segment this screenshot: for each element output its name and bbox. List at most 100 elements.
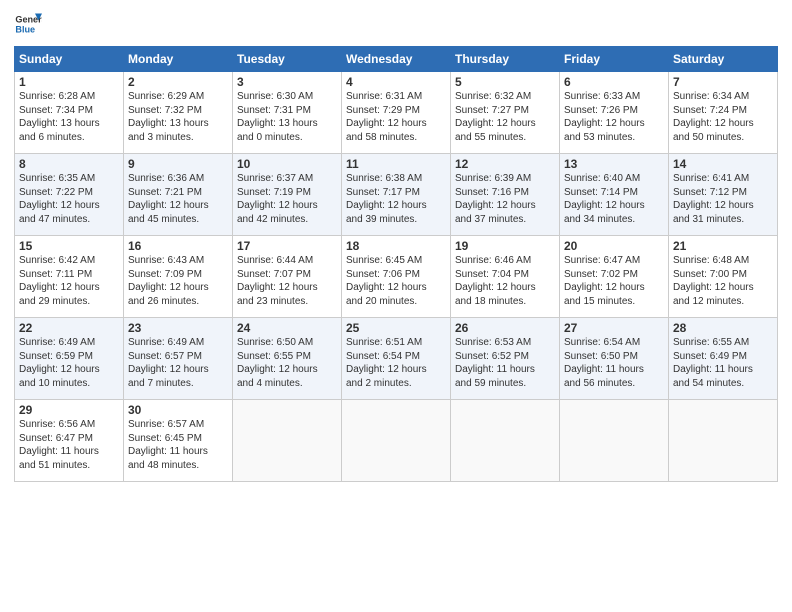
day-number: 1 [19,75,119,89]
cell-sun-info: Sunrise: 6:48 AM Sunset: 7:00 PM Dayligh… [673,254,773,308]
calendar-cell [451,400,560,482]
calendar-cell: 17Sunrise: 6:44 AM Sunset: 7:07 PM Dayli… [233,236,342,318]
calendar-cell: 19Sunrise: 6:46 AM Sunset: 7:04 PM Dayli… [451,236,560,318]
day-number: 29 [19,403,119,417]
day-number: 28 [673,321,773,335]
calendar-cell: 28Sunrise: 6:55 AM Sunset: 6:49 PM Dayli… [669,318,778,400]
day-number: 16 [128,239,228,253]
calendar-cell: 30Sunrise: 6:57 AM Sunset: 6:45 PM Dayli… [124,400,233,482]
calendar-cell: 8Sunrise: 6:35 AM Sunset: 7:22 PM Daylig… [15,154,124,236]
calendar-cell: 12Sunrise: 6:39 AM Sunset: 7:16 PM Dayli… [451,154,560,236]
day-number: 26 [455,321,555,335]
cell-sun-info: Sunrise: 6:38 AM Sunset: 7:17 PM Dayligh… [346,172,446,226]
cell-sun-info: Sunrise: 6:28 AM Sunset: 7:34 PM Dayligh… [19,90,119,144]
calendar-cell: 3Sunrise: 6:30 AM Sunset: 7:31 PM Daylig… [233,72,342,154]
weekday-tuesday: Tuesday [233,47,342,72]
cell-sun-info: Sunrise: 6:57 AM Sunset: 6:45 PM Dayligh… [128,418,228,472]
calendar-cell: 16Sunrise: 6:43 AM Sunset: 7:09 PM Dayli… [124,236,233,318]
day-number: 25 [346,321,446,335]
cell-sun-info: Sunrise: 6:55 AM Sunset: 6:49 PM Dayligh… [673,336,773,390]
calendar-cell [669,400,778,482]
day-number: 15 [19,239,119,253]
cell-sun-info: Sunrise: 6:49 AM Sunset: 6:59 PM Dayligh… [19,336,119,390]
weekday-monday: Monday [124,47,233,72]
week-row-3: 15Sunrise: 6:42 AM Sunset: 7:11 PM Dayli… [15,236,778,318]
day-number: 10 [237,157,337,171]
day-number: 20 [564,239,664,253]
cell-sun-info: Sunrise: 6:56 AM Sunset: 6:47 PM Dayligh… [19,418,119,472]
calendar-cell [560,400,669,482]
header: General Blue [14,10,778,38]
calendar-cell: 18Sunrise: 6:45 AM Sunset: 7:06 PM Dayli… [342,236,451,318]
svg-text:Blue: Blue [15,24,35,34]
calendar-cell: 6Sunrise: 6:33 AM Sunset: 7:26 PM Daylig… [560,72,669,154]
cell-sun-info: Sunrise: 6:51 AM Sunset: 6:54 PM Dayligh… [346,336,446,390]
weekday-saturday: Saturday [669,47,778,72]
cell-sun-info: Sunrise: 6:46 AM Sunset: 7:04 PM Dayligh… [455,254,555,308]
calendar-cell: 26Sunrise: 6:53 AM Sunset: 6:52 PM Dayli… [451,318,560,400]
day-number: 6 [564,75,664,89]
day-number: 11 [346,157,446,171]
cell-sun-info: Sunrise: 6:47 AM Sunset: 7:02 PM Dayligh… [564,254,664,308]
cell-sun-info: Sunrise: 6:32 AM Sunset: 7:27 PM Dayligh… [455,90,555,144]
week-row-1: 1Sunrise: 6:28 AM Sunset: 7:34 PM Daylig… [15,72,778,154]
calendar-cell: 22Sunrise: 6:49 AM Sunset: 6:59 PM Dayli… [15,318,124,400]
calendar-cell: 23Sunrise: 6:49 AM Sunset: 6:57 PM Dayli… [124,318,233,400]
day-number: 23 [128,321,228,335]
cell-sun-info: Sunrise: 6:50 AM Sunset: 6:55 PM Dayligh… [237,336,337,390]
calendar-cell: 2Sunrise: 6:29 AM Sunset: 7:32 PM Daylig… [124,72,233,154]
day-number: 3 [237,75,337,89]
cell-sun-info: Sunrise: 6:41 AM Sunset: 7:12 PM Dayligh… [673,172,773,226]
calendar-cell: 29Sunrise: 6:56 AM Sunset: 6:47 PM Dayli… [15,400,124,482]
day-number: 17 [237,239,337,253]
calendar-cell: 13Sunrise: 6:40 AM Sunset: 7:14 PM Dayli… [560,154,669,236]
weekday-friday: Friday [560,47,669,72]
calendar-cell: 7Sunrise: 6:34 AM Sunset: 7:24 PM Daylig… [669,72,778,154]
calendar-cell: 4Sunrise: 6:31 AM Sunset: 7:29 PM Daylig… [342,72,451,154]
logo-icon: General Blue [14,10,42,38]
weekday-header-row: SundayMondayTuesdayWednesdayThursdayFrid… [15,47,778,72]
day-number: 24 [237,321,337,335]
day-number: 22 [19,321,119,335]
calendar-cell: 21Sunrise: 6:48 AM Sunset: 7:00 PM Dayli… [669,236,778,318]
calendar-cell: 1Sunrise: 6:28 AM Sunset: 7:34 PM Daylig… [15,72,124,154]
calendar-cell: 15Sunrise: 6:42 AM Sunset: 7:11 PM Dayli… [15,236,124,318]
day-number: 14 [673,157,773,171]
week-row-5: 29Sunrise: 6:56 AM Sunset: 6:47 PM Dayli… [15,400,778,482]
cell-sun-info: Sunrise: 6:39 AM Sunset: 7:16 PM Dayligh… [455,172,555,226]
weekday-thursday: Thursday [451,47,560,72]
cell-sun-info: Sunrise: 6:49 AM Sunset: 6:57 PM Dayligh… [128,336,228,390]
day-number: 19 [455,239,555,253]
day-number: 9 [128,157,228,171]
day-number: 2 [128,75,228,89]
day-number: 21 [673,239,773,253]
cell-sun-info: Sunrise: 6:45 AM Sunset: 7:06 PM Dayligh… [346,254,446,308]
calendar-cell: 10Sunrise: 6:37 AM Sunset: 7:19 PM Dayli… [233,154,342,236]
day-number: 30 [128,403,228,417]
cell-sun-info: Sunrise: 6:33 AM Sunset: 7:26 PM Dayligh… [564,90,664,144]
weekday-sunday: Sunday [15,47,124,72]
calendar-cell: 20Sunrise: 6:47 AM Sunset: 7:02 PM Dayli… [560,236,669,318]
day-number: 5 [455,75,555,89]
calendar-cell: 5Sunrise: 6:32 AM Sunset: 7:27 PM Daylig… [451,72,560,154]
cell-sun-info: Sunrise: 6:40 AM Sunset: 7:14 PM Dayligh… [564,172,664,226]
calendar-cell: 24Sunrise: 6:50 AM Sunset: 6:55 PM Dayli… [233,318,342,400]
week-row-4: 22Sunrise: 6:49 AM Sunset: 6:59 PM Dayli… [15,318,778,400]
logo: General Blue [14,10,42,38]
day-number: 7 [673,75,773,89]
calendar-cell: 9Sunrise: 6:36 AM Sunset: 7:21 PM Daylig… [124,154,233,236]
cell-sun-info: Sunrise: 6:42 AM Sunset: 7:11 PM Dayligh… [19,254,119,308]
calendar-cell: 25Sunrise: 6:51 AM Sunset: 6:54 PM Dayli… [342,318,451,400]
weekday-wednesday: Wednesday [342,47,451,72]
cell-sun-info: Sunrise: 6:34 AM Sunset: 7:24 PM Dayligh… [673,90,773,144]
cell-sun-info: Sunrise: 6:54 AM Sunset: 6:50 PM Dayligh… [564,336,664,390]
cell-sun-info: Sunrise: 6:29 AM Sunset: 7:32 PM Dayligh… [128,90,228,144]
day-number: 12 [455,157,555,171]
calendar-cell [342,400,451,482]
day-number: 27 [564,321,664,335]
calendar-cell: 11Sunrise: 6:38 AM Sunset: 7:17 PM Dayli… [342,154,451,236]
calendar-cell: 14Sunrise: 6:41 AM Sunset: 7:12 PM Dayli… [669,154,778,236]
page-container: General Blue SundayMondayTuesdayWednesda… [0,0,792,488]
cell-sun-info: Sunrise: 6:35 AM Sunset: 7:22 PM Dayligh… [19,172,119,226]
cell-sun-info: Sunrise: 6:37 AM Sunset: 7:19 PM Dayligh… [237,172,337,226]
